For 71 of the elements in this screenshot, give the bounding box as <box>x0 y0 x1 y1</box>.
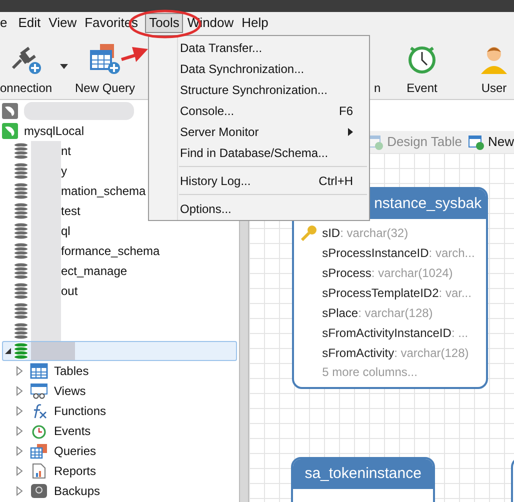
menu-entry[interactable]: Find in Database/Schema... <box>149 142 369 163</box>
tree-item[interactable]: Backups <box>54 482 100 500</box>
database-icon <box>13 282 29 300</box>
menu-entry[interactable]: Structure Synchronization... <box>149 79 369 100</box>
report-icon <box>30 463 48 479</box>
database-icon <box>13 222 29 240</box>
table-card[interactable]: sa_tokeninstance <box>291 457 436 502</box>
more-columns-text: 5 more columns... <box>321 364 418 381</box>
database-icon <box>13 302 29 320</box>
database-name[interactable]: ect_manage <box>61 262 128 280</box>
add-table-icon <box>468 134 484 150</box>
dropdown-caret-icon[interactable] <box>60 64 68 69</box>
database-icon <box>13 262 29 280</box>
column-entry: sID: varchar(32) <box>322 225 408 242</box>
database-icon <box>13 182 29 200</box>
menu-item[interactable]: Edit <box>15 13 44 33</box>
column-entry: sFromActivity: varchar(128) <box>322 345 469 362</box>
tree-item[interactable]: Functions <box>54 402 106 420</box>
menu-entry[interactable]: Server Monitor <box>149 121 369 142</box>
table-card-header: sa_tokeninstance <box>293 459 434 489</box>
tree-item[interactable]: mysqlLocal <box>24 122 84 140</box>
menu-entry[interactable]: Data Transfer... <box>149 37 369 58</box>
menu-entry[interactable]: History Log... Ctrl+H <box>149 170 369 191</box>
toolbar-button[interactable]: New Query <box>75 82 136 94</box>
database-icon <box>13 202 29 220</box>
blur-patch <box>31 141 61 161</box>
expand-icon[interactable] <box>5 348 13 354</box>
database-name[interactable]: formance_schema <box>61 242 160 260</box>
clock-icon <box>30 423 48 439</box>
database-icon <box>13 162 29 180</box>
column-entry: sPlace: varchar(128) <box>322 305 433 322</box>
database-row[interactable]: formance_schema <box>2 241 240 261</box>
toolbar-button[interactable]: onnection <box>0 82 52 94</box>
toolbar-button[interactable]: New <box>488 132 514 152</box>
table-card[interactable] <box>292 187 488 389</box>
toolbar-button[interactable]: Event <box>406 82 438 94</box>
database-name[interactable]: nt <box>61 142 72 160</box>
menu-item[interactable]: e <box>0 13 8 33</box>
toolbar-button[interactable]: n <box>374 82 381 94</box>
backup-icon <box>30 483 48 499</box>
database-name[interactable]: mation_schema <box>61 182 146 200</box>
query-icon <box>30 443 48 459</box>
menu-entry[interactable]: Data Synchronization... <box>149 58 369 79</box>
tree-item[interactable]: Views <box>54 382 86 400</box>
tree-item[interactable]: Events <box>54 422 91 440</box>
tree-item[interactable]: Queries <box>54 442 96 460</box>
database-row[interactable]: out <box>2 281 240 301</box>
database-icon <box>13 242 29 260</box>
column-entry: sFromActivityInstanceID: ... <box>322 325 468 342</box>
database-icon <box>13 142 29 160</box>
menu-entry[interactable]: Console... F6 <box>149 100 369 121</box>
new-query-icon <box>88 42 122 76</box>
menu-item[interactable]: Help <box>238 13 272 33</box>
menu-item[interactable]: Tools <box>145 13 184 33</box>
tree-item[interactable]: Reports <box>54 462 96 480</box>
database-name[interactable]: out <box>61 282 78 300</box>
database-icon <box>13 322 29 340</box>
database-name[interactable]: test <box>61 202 80 220</box>
toolbar-button[interactable]: User <box>481 82 507 94</box>
column-entry: sProcessTemplateID2: var... <box>322 285 472 302</box>
database-name[interactable]: ql <box>61 222 70 240</box>
view-icon <box>30 383 48 399</box>
database-row[interactable]: ect_manage <box>2 261 240 281</box>
database-name[interactable]: y <box>61 162 67 180</box>
database-icon <box>13 342 29 360</box>
menu-item[interactable]: View <box>46 13 80 33</box>
column-entry: sProcessInstanceID: varch... <box>322 245 475 262</box>
tree-item[interactable]: Tables <box>54 362 89 380</box>
database-row[interactable]: ql <box>2 221 240 241</box>
column-entry: sProcess: varchar(1024) <box>322 265 453 282</box>
table-icon <box>30 363 48 379</box>
